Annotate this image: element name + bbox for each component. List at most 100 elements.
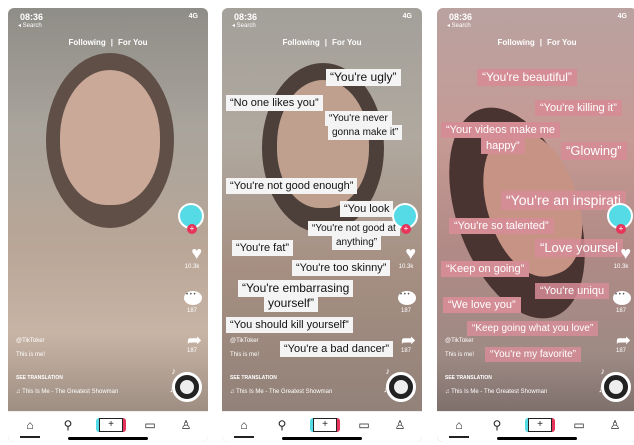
bottom-nav: ⌂ ⚲ + ▭ ♙	[437, 411, 634, 442]
comment-label: “You're never	[325, 111, 392, 126]
signal-indicator: 4G	[188, 13, 198, 20]
back-link[interactable]: ◂ Search	[447, 22, 471, 29]
comment-label: “You're beautiful”	[477, 69, 577, 87]
see-translation-link[interactable]: SEE TRANSLATION	[16, 375, 63, 381]
home-indicator-bar	[68, 437, 148, 440]
music-note-icon: ♪	[171, 366, 177, 376]
song-title-text: This Is Me - The Greatest Showman	[22, 389, 119, 395]
see-translation-link[interactable]: SEE TRANSLATION	[445, 375, 492, 381]
discover-search-icon[interactable]: ⚲	[485, 418, 509, 432]
comment-icon[interactable]	[184, 291, 202, 305]
tab-for-you[interactable]: For You	[118, 38, 147, 47]
home-icon[interactable]: ⌂	[18, 418, 42, 432]
comment-count: 187	[615, 308, 626, 314]
status-bar: 08:36 ◂ Search 4G	[222, 8, 422, 29]
comment-label: “You're so talented”	[449, 218, 554, 235]
comment-label: gonna make it”	[328, 125, 403, 140]
comment-label: happy”	[481, 138, 525, 155]
phone-screen-positive: 08:36 ◂ Search 4G Following | For You “You…	[437, 8, 634, 442]
create-plus-button[interactable]: +	[525, 418, 555, 432]
share-count: 187	[615, 348, 626, 354]
comment-label: yourself”	[264, 295, 319, 313]
back-link[interactable]: ◂ Search	[18, 22, 42, 29]
follow-plus-icon[interactable]: +	[616, 224, 626, 234]
profile-icon[interactable]: ♙	[603, 418, 627, 432]
back-link[interactable]: ◂ Search	[232, 22, 256, 29]
comment-label: “You look	[340, 201, 394, 218]
comment-label: “Keep going what you love”	[467, 321, 599, 336]
like-count: 10.3k	[184, 264, 200, 270]
signal-indicator: 4G	[402, 13, 412, 20]
tab-separator: |	[110, 38, 114, 47]
inbox-icon[interactable]: ▭	[352, 418, 376, 432]
comment-count: 187	[186, 308, 197, 314]
comment-count: 187	[400, 308, 411, 314]
song-title-text: This Is Me - The Greatest Showman	[236, 389, 333, 395]
bottom-nav: ⌂ ⚲ + ▭ ♙	[8, 411, 208, 442]
like-heart-icon[interactable]: ♥	[405, 243, 416, 264]
comment-label: “You're a bad dancer”	[280, 341, 394, 358]
video-caption: This is me!	[230, 352, 260, 358]
home-indicator-bar	[497, 437, 577, 440]
tab-following[interactable]: Following	[497, 38, 534, 47]
like-heart-icon[interactable]: ♥	[191, 243, 202, 264]
inbox-icon[interactable]: ▭	[138, 418, 162, 432]
song-title[interactable]: ♫ This Is Me - The Greatest Showman	[16, 389, 118, 395]
home-icon[interactable]: ⌂	[447, 418, 471, 432]
creator-handle[interactable]: @TikToker	[16, 338, 45, 344]
status-time: 08:36	[234, 12, 258, 22]
feed-tabs: Following | For You	[8, 38, 208, 47]
status-bar: 08:36 ◂ Search 4G	[8, 8, 208, 29]
comment-label: “You're an inspirati	[501, 191, 627, 211]
tab-for-you[interactable]: For You	[332, 38, 361, 47]
face-shape	[60, 70, 160, 205]
share-count: 187	[400, 348, 411, 354]
like-heart-icon[interactable]: ♥	[620, 243, 631, 264]
create-plus-button[interactable]: +	[310, 418, 340, 432]
comment-icon[interactable]	[398, 291, 416, 305]
create-plus-button[interactable]: +	[96, 418, 126, 432]
signal-indicator: 4G	[617, 13, 627, 20]
song-title[interactable]: ♫ This Is Me - The Greatest Showman	[230, 389, 332, 395]
video-caption: This is me!	[16, 352, 46, 358]
comment-label: “You're not good enough”	[226, 178, 358, 195]
home-icon[interactable]: ⌂	[232, 418, 256, 432]
profile-icon[interactable]: ♙	[174, 418, 198, 432]
comment-label: “You're fat”	[232, 240, 294, 257]
feed-tabs: Following | For You	[222, 38, 422, 47]
inbox-icon[interactable]: ▭	[567, 418, 591, 432]
discover-search-icon[interactable]: ⚲	[270, 418, 294, 432]
discover-search-icon[interactable]: ⚲	[56, 418, 80, 432]
comment-icon[interactable]	[613, 291, 631, 305]
sound-disc-icon[interactable]	[386, 372, 416, 402]
see-translation-link[interactable]: SEE TRANSLATION	[230, 375, 277, 381]
comment-label: “We love you”	[443, 297, 521, 314]
like-count: 10.3k	[613, 264, 629, 270]
comment-label: “Your videos make me	[441, 122, 561, 139]
sound-disc-icon[interactable]	[172, 372, 202, 402]
comment-label: “You're too skinny”	[292, 260, 391, 277]
profile-icon[interactable]: ♙	[388, 418, 412, 432]
creator-handle[interactable]: @TikToker	[445, 338, 474, 344]
song-title[interactable]: ♫ This Is Me - The Greatest Showman	[445, 389, 547, 395]
follow-plus-icon[interactable]: +	[187, 224, 197, 234]
tab-separator: |	[324, 38, 328, 47]
bottom-nav: ⌂ ⚲ + ▭ ♙	[222, 411, 422, 442]
tab-for-you[interactable]: For You	[547, 38, 576, 47]
comment-label: “You're killing it”	[535, 100, 622, 117]
tab-following[interactable]: Following	[282, 38, 319, 47]
status-time: 08:36	[449, 12, 473, 22]
comment-label: “Love yoursel	[535, 239, 624, 258]
music-note-icon: ♪	[385, 366, 391, 376]
like-count: 10.3k	[398, 264, 414, 270]
sound-disc-icon[interactable]	[601, 372, 631, 402]
status-time: 08:36	[20, 12, 44, 22]
phone-screen-negative: 08:36 ◂ Search 4G Following | For You “You…	[222, 8, 422, 442]
follow-plus-icon[interactable]: +	[401, 224, 411, 234]
feed-tabs: Following | For You	[437, 38, 634, 47]
creator-handle[interactable]: @TikToker	[230, 338, 259, 344]
comment-label: anything”	[332, 235, 382, 250]
comment-label: “You're my favorite”	[485, 347, 582, 362]
tab-following[interactable]: Following	[68, 38, 105, 47]
song-title-text: This Is Me - The Greatest Showman	[451, 389, 548, 395]
